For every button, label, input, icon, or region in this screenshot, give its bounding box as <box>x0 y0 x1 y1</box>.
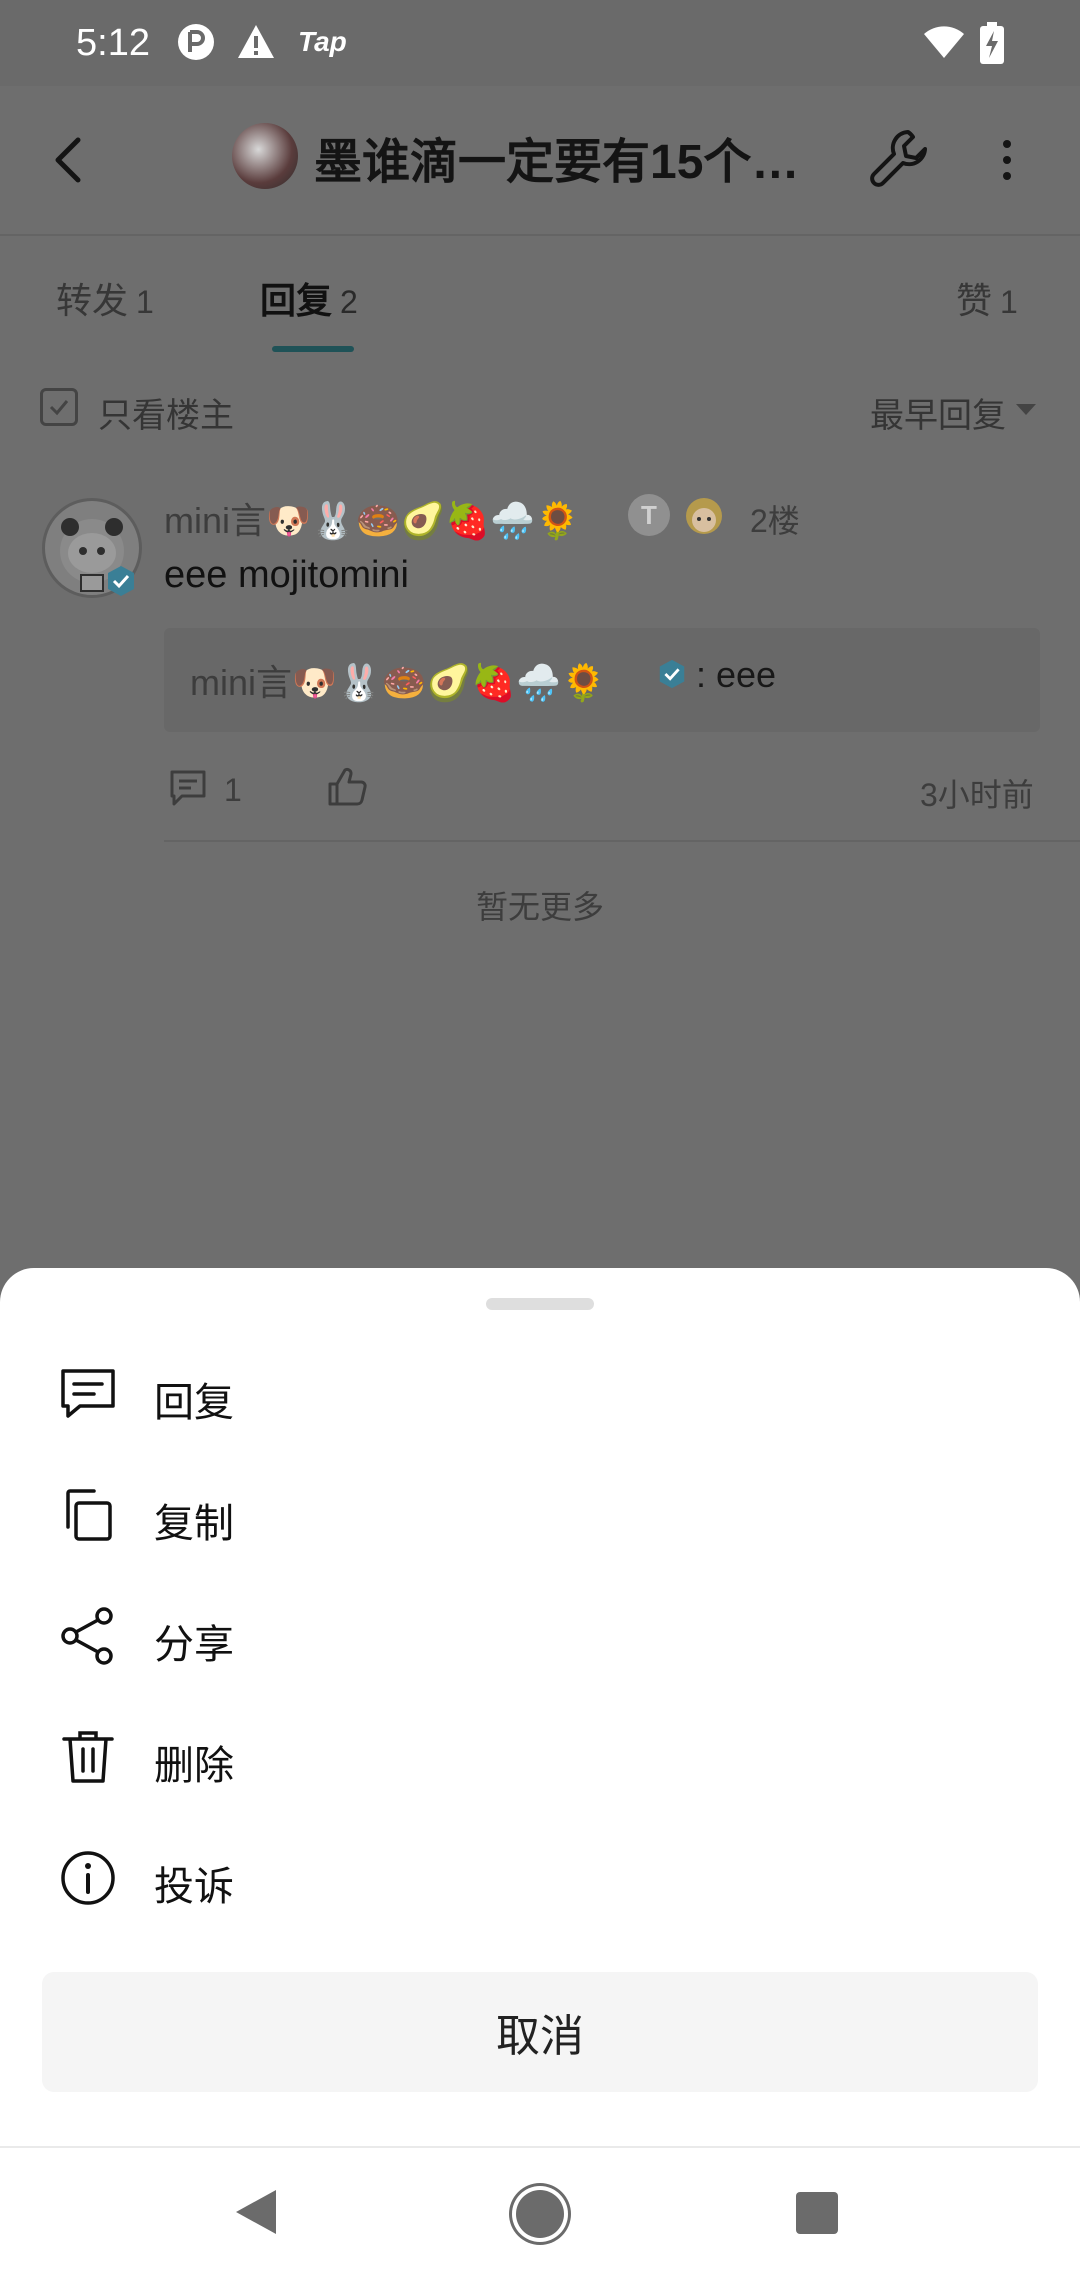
quoted-reply[interactable]: mini言🐶🐰🍩🥑🍓🌧️🌻 : eee <box>164 628 1040 732</box>
action-bottom-sheet: 回复 复制 分享 删除 投诉 取消 <box>0 1268 1080 2280</box>
no-more-label: 暂无更多 <box>475 889 604 925</box>
nav-home-icon[interactable] <box>516 2190 564 2238</box>
tab-label: 回复 <box>260 280 333 321</box>
copy-icon <box>58 1485 118 1545</box>
floor-number: 2楼 <box>750 503 800 539</box>
verified-badge-icon <box>104 564 138 598</box>
tab-count: 1 <box>136 284 154 320</box>
reply-bubble-icon[interactable] <box>168 768 208 808</box>
svg-text:T: T <box>641 500 657 530</box>
comment-item[interactable]: mini言🐶🐰🍩🥑🍓🌧️🌻 T 2楼 eee mojitomini mini言🐶… <box>0 462 1080 842</box>
comment-time: 3小时前 <box>920 777 1034 813</box>
tab-count: 2 <box>340 284 358 320</box>
menu-label: 删除 <box>154 1744 234 1788</box>
status-bar: 5:12 Tap <box>0 0 1080 86</box>
tab-label: 转发 <box>56 280 129 321</box>
share-icon <box>58 1606 118 1666</box>
battery-charging-icon <box>978 22 1006 64</box>
menu-label: 投诉 <box>154 1865 234 1909</box>
menu-label: 分享 <box>154 1623 234 1667</box>
app-bar: 墨谁滴一定要有15个… <box>0 86 1080 236</box>
quoted-text: : eee <box>696 654 777 695</box>
reply-count: 1 <box>224 772 242 808</box>
more-vertical-icon[interactable] <box>982 132 1032 188</box>
cancel-button[interactable]: 取消 <box>42 1972 1038 2092</box>
level-badge-icon: T <box>626 492 672 538</box>
trash-icon <box>58 1727 118 1787</box>
wifi-icon <box>922 22 966 62</box>
tab-forward[interactable]: 转发 1 <box>56 272 154 324</box>
page-title: 墨谁滴一定要有15个… <box>314 136 800 189</box>
menu-item-reply[interactable]: 回复 <box>0 1338 1080 1456</box>
status-time: 5:12 <box>76 22 150 64</box>
sheet-drag-handle[interactable] <box>486 1298 594 1310</box>
comment-text: eee mojitomini <box>164 554 409 596</box>
nav-recents-icon[interactable] <box>796 2192 838 2234</box>
menu-item-delete[interactable]: 删除 <box>0 1701 1080 1819</box>
decoration-avatar-icon <box>680 490 728 538</box>
sort-dropdown[interactable]: 最早回复 <box>870 388 1006 437</box>
tab-count: 1 <box>1000 284 1018 320</box>
back-arrow-icon[interactable] <box>40 130 100 190</box>
group-avatar <box>232 123 298 189</box>
tab-bar: 转发 1 回复 2 赞1 <box>0 236 1080 354</box>
menu-label: 复制 <box>154 1502 234 1546</box>
divider <box>0 2146 1080 2148</box>
menu-item-copy[interactable]: 复制 <box>0 1459 1080 1577</box>
nav-back-icon[interactable] <box>236 2190 276 2234</box>
chevron-down-icon[interactable] <box>1016 404 1036 415</box>
comment-username[interactable]: mini言🐶🐰🍩🥑🍓🌧️🌻 <box>164 492 580 544</box>
reply-icon <box>58 1364 118 1424</box>
menu-item-report[interactable]: 投诉 <box>0 1822 1080 1940</box>
only-owner-label[interactable]: 只看楼主 <box>98 388 234 437</box>
menu-label: 回复 <box>154 1381 234 1425</box>
only-owner-checkbox-icon[interactable] <box>40 388 78 426</box>
tab-replies[interactable]: 回复 2 <box>260 272 358 324</box>
tab-label: 赞 <box>956 280 993 321</box>
thumbs-up-icon[interactable] <box>326 766 368 808</box>
app-notification-icon <box>176 22 216 62</box>
menu-item-share[interactable]: 分享 <box>0 1580 1080 1698</box>
wrench-icon[interactable] <box>864 124 934 194</box>
divider <box>164 840 1080 842</box>
quoted-username[interactable]: mini言🐶🐰🍩🥑🍓🌧️🌻 <box>190 654 606 706</box>
filter-row: 只看楼主 最早回复 <box>0 352 1080 462</box>
verified-badge-icon <box>656 658 688 690</box>
tap-notification-label: Tap <box>298 26 347 57</box>
info-icon <box>58 1848 118 1908</box>
tab-likes[interactable]: 赞1 <box>956 272 1018 324</box>
warning-icon <box>236 22 276 62</box>
